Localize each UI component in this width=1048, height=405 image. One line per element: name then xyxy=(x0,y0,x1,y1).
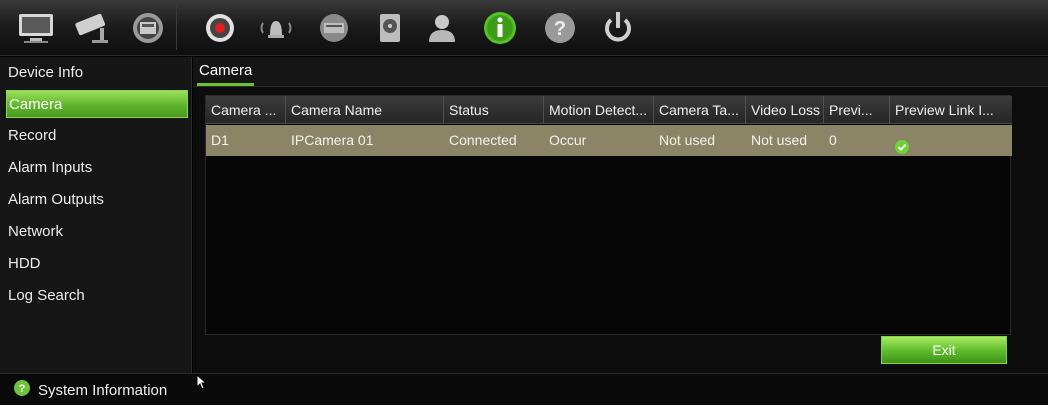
system-information-item[interactable]: ? System Information xyxy=(14,379,168,401)
mouse-cursor-icon xyxy=(196,374,208,390)
tab-camera[interactable]: Camera xyxy=(197,60,255,86)
column-header-preview-link[interactable]: Preview Link I... xyxy=(890,96,1008,124)
alarm-icon[interactable] xyxy=(254,8,298,48)
sidebar-item-log-search[interactable]: Log Search xyxy=(6,282,188,310)
cell-preview: 0 xyxy=(829,132,837,148)
column-header-camera-name[interactable]: Camera Name xyxy=(286,96,444,124)
sidebar-item-device-info[interactable]: Device Info xyxy=(6,59,188,87)
column-header-motion-detect[interactable]: Motion Detect... xyxy=(544,96,654,124)
user-icon[interactable] xyxy=(420,8,464,48)
device-icon[interactable] xyxy=(312,8,356,48)
sidebar-item-hdd[interactable]: HDD xyxy=(6,250,188,278)
camera-icon[interactable] xyxy=(70,8,114,48)
column-header-preview[interactable]: Previ... xyxy=(824,96,890,124)
hdd-icon[interactable] xyxy=(368,8,412,48)
main-panel: Camera Camera ... Camera Name Status Mot… xyxy=(193,57,1048,373)
sidebar-item-record[interactable]: Record xyxy=(6,122,188,150)
sidebar-item-alarm-inputs[interactable]: Alarm Inputs xyxy=(6,154,188,182)
sidebar: Device Info Camera Record Alarm Inputs A… xyxy=(0,57,192,373)
table-row[interactable]: D1 IPCamera 01 Connected Occur Not used … xyxy=(206,125,1012,156)
sidebar-item-alarm-outputs[interactable]: Alarm Outputs xyxy=(6,186,188,214)
svg-text:?: ? xyxy=(19,383,26,395)
record-icon[interactable] xyxy=(198,8,242,48)
column-header-status[interactable]: Status xyxy=(444,96,544,124)
column-header-camera[interactable]: Camera ... xyxy=(206,96,286,124)
cell-camera-id: D1 xyxy=(211,132,229,148)
cell-camera-name: IPCamera 01 xyxy=(291,132,374,148)
help-icon: ? xyxy=(14,379,30,401)
ok-icon xyxy=(895,134,909,156)
table-header: Camera ... Camera Name Status Motion Det… xyxy=(206,96,1012,124)
live-view-icon[interactable] xyxy=(14,8,58,48)
cell-motion-detect: Occur xyxy=(549,132,587,148)
network-icon[interactable] xyxy=(126,8,170,48)
cell-camera-tamper: Not used xyxy=(659,132,716,148)
cell-video-loss: Not used xyxy=(751,132,808,148)
sidebar-item-camera[interactable]: Camera xyxy=(6,90,188,118)
column-header-video-loss[interactable]: Video Loss xyxy=(746,96,824,124)
sidebar-item-network[interactable]: Network xyxy=(6,218,188,246)
information-icon[interactable] xyxy=(478,8,522,48)
power-icon[interactable] xyxy=(596,8,640,48)
cell-preview-link xyxy=(890,125,1008,156)
camera-table: Camera ... Camera Name Status Motion Det… xyxy=(205,95,1012,335)
tab-bar: Camera xyxy=(193,57,1048,87)
main-toolbar: ? xyxy=(0,0,1048,56)
system-information-label: System Information xyxy=(38,381,168,399)
status-bar: ? System Information xyxy=(0,373,1048,405)
exit-button[interactable]: Exit xyxy=(881,336,1007,364)
help-icon[interactable]: ? xyxy=(538,8,582,48)
column-header-camera-tamper[interactable]: Camera Ta... xyxy=(654,96,746,124)
cell-status: Connected xyxy=(449,132,517,148)
svg-text:?: ? xyxy=(554,18,566,40)
